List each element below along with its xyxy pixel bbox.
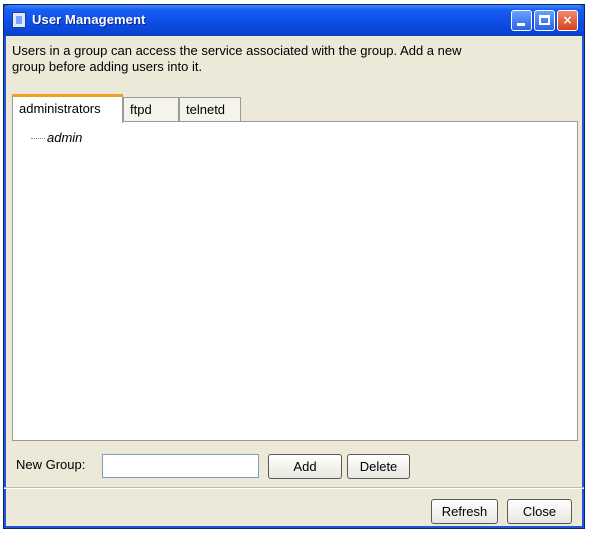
tab-telnetd[interactable]: telnetd	[179, 97, 241, 122]
tab-label: ftpd	[130, 102, 152, 117]
close-icon: ×	[562, 13, 573, 27]
tab-label: administrators	[19, 101, 101, 116]
tree-connector	[31, 138, 45, 140]
minimize-button[interactable]	[511, 10, 532, 31]
tab-ftpd[interactable]: ftpd	[123, 97, 179, 122]
refresh-button[interactable]: Refresh	[431, 499, 498, 524]
minimize-icon	[517, 23, 525, 26]
tab-administrators[interactable]: administrators	[12, 94, 123, 123]
description-line-1: Users in a group can access the service …	[12, 43, 462, 58]
maximize-icon	[539, 15, 550, 25]
description-line-2: group before adding users into it.	[12, 59, 203, 74]
close-button[interactable]: Close	[507, 499, 572, 524]
footer-divider-highlight	[4, 488, 584, 489]
window-title: User Management	[32, 12, 146, 27]
user-management-window: User Management × Users in a group can a…	[3, 4, 585, 529]
maximize-button[interactable]	[534, 10, 555, 31]
tab-label: telnetd	[186, 102, 226, 117]
add-button[interactable]: Add	[268, 454, 342, 479]
title-bar[interactable]: User Management ×	[4, 5, 584, 36]
delete-button[interactable]: Delete	[347, 454, 410, 479]
new-group-label: New Group:	[16, 457, 86, 472]
tree-item-admin[interactable]: admin	[31, 130, 82, 145]
app-icon	[12, 12, 26, 28]
group-members-panel: admin	[12, 121, 578, 441]
new-group-input[interactable]	[102, 454, 259, 478]
tree-item-label: admin	[47, 130, 83, 145]
close-window-button[interactable]: ×	[557, 10, 578, 31]
description-text: Users in a group can access the service …	[12, 43, 577, 75]
